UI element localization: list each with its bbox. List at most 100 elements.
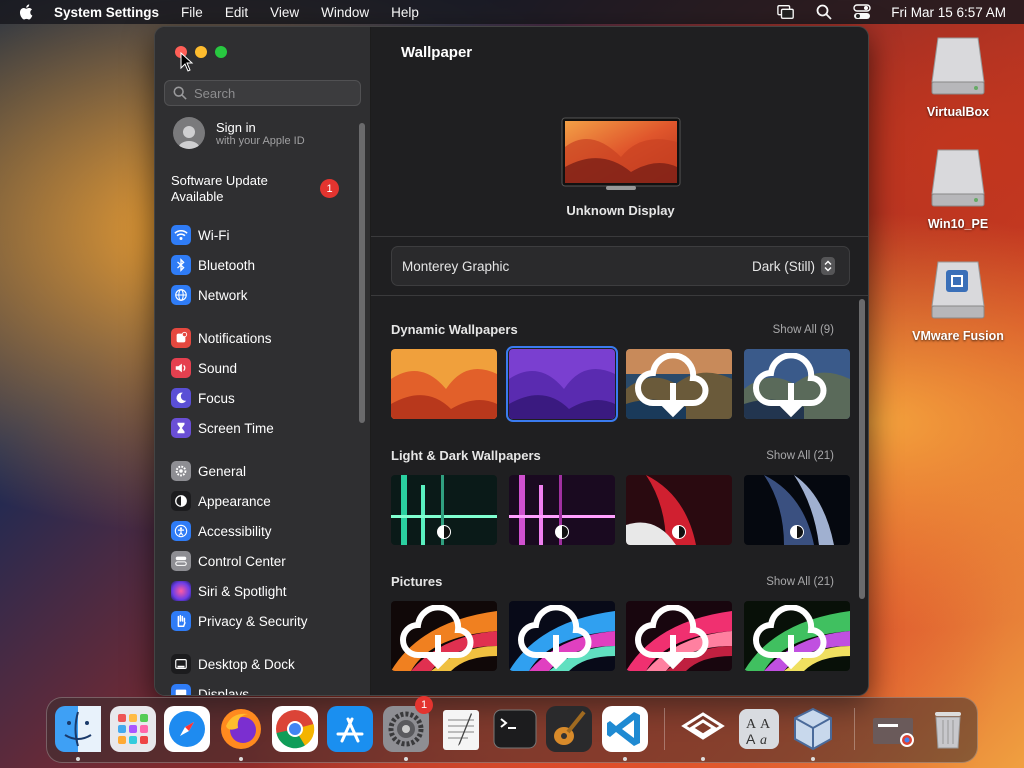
spotlight-search-icon[interactable] — [815, 4, 833, 20]
siri-icon — [171, 581, 191, 601]
dock-finder[interactable] — [55, 706, 101, 752]
wallpaper-thumb[interactable] — [509, 475, 615, 545]
sidebar-item-wifi[interactable]: Wi-Fi — [171, 225, 229, 245]
dock-safari[interactable] — [164, 706, 210, 752]
speaker-icon — [171, 358, 191, 378]
sidebar-item-sound[interactable]: Sound — [171, 358, 237, 378]
wallpaper-thumb-selected[interactable] — [506, 346, 618, 422]
dock-running-indicator — [404, 757, 408, 761]
vscode-icon — [602, 706, 648, 752]
cloud-download-icon — [400, 605, 474, 670]
appearance-mode-select[interactable]: Dark (Still) — [752, 257, 835, 275]
dock-launchpad[interactable] — [110, 706, 156, 752]
cloud-download-icon — [518, 605, 592, 670]
sidebar-item-label: Desktop & Dock — [198, 656, 295, 672]
search-icon — [173, 86, 187, 100]
wallpaper-thumb[interactable] — [391, 349, 497, 419]
hourglass-icon — [171, 418, 191, 438]
dock-app-store[interactable] — [327, 706, 373, 752]
main-scrollbar[interactable] — [859, 299, 865, 599]
bell-icon — [171, 328, 191, 348]
sidebar-item-screen-time[interactable]: Screen Time — [171, 418, 274, 438]
sidebar-item-desktop-dock[interactable]: Desktop & Dock — [171, 654, 295, 674]
sidebar-item-siri-spotlight[interactable]: Siri & Spotlight — [171, 581, 287, 601]
sidebar-item-accessibility[interactable]: Accessibility — [171, 521, 272, 541]
wallpaper-thumb[interactable] — [391, 475, 497, 545]
menu-bar: System Settings File Edit View Window He… — [0, 0, 1024, 24]
dock-trash[interactable] — [925, 706, 971, 752]
menu-edit[interactable]: Edit — [225, 5, 248, 20]
light-dark-indicator-icon — [437, 525, 451, 539]
wallpaper-thumb[interactable] — [626, 349, 732, 419]
apple-id-signin[interactable]: Sign in with your Apple ID — [173, 117, 305, 149]
dock-textedit[interactable] — [438, 706, 484, 752]
svg-text:A: A — [746, 731, 756, 747]
dock-downloads-stack[interactable] — [870, 706, 916, 752]
app-store-icon — [327, 706, 373, 752]
wallpaper-thumb[interactable] — [509, 601, 615, 671]
section-title-pictures: Pictures — [391, 574, 443, 589]
wallpaper-thumb[interactable] — [744, 349, 850, 419]
control-center-icon[interactable] — [853, 4, 871, 20]
sidebar-item-displays[interactable]: Displays — [171, 684, 250, 696]
sidebar-item-focus[interactable]: Focus — [171, 388, 235, 408]
sidebar-item-bluetooth[interactable]: Bluetooth — [171, 255, 255, 275]
sidebar-item-control-center[interactable]: Control Center — [171, 551, 286, 571]
wallpaper-thumb[interactable] — [744, 601, 850, 671]
show-all-pictures-button[interactable]: Show All (21) — [714, 576, 834, 588]
sidebar-item-label: Displays — [198, 686, 250, 696]
sidebar-item-label: Sound — [198, 360, 238, 376]
dock-running-indicator — [76, 757, 80, 761]
dock-virtualbox[interactable] — [790, 706, 836, 752]
dock-vscode[interactable] — [602, 706, 648, 752]
sidebar-item-network[interactable]: Network — [171, 285, 248, 305]
sidebar-item-general[interactable]: General — [171, 461, 246, 481]
dock: 1 AAAa — [46, 696, 978, 763]
dock-font-book[interactable]: AAAa — [736, 706, 782, 752]
software-update-item[interactable]: Software Update Available — [171, 173, 301, 205]
dock-icon — [171, 654, 191, 674]
avatar — [173, 117, 205, 149]
menu-clock[interactable]: Fri Mar 15 6:57 AM — [891, 5, 1006, 20]
signin-subtitle: with your Apple ID — [216, 134, 305, 147]
show-all-dynamic-button[interactable]: Show All (9) — [714, 324, 834, 336]
system-settings-window: Search Sign in with your Apple ID Softwa… — [154, 26, 869, 696]
accessibility-icon — [171, 521, 191, 541]
desktop-icon-virtualbox[interactable]: VirtualBox — [908, 34, 1008, 119]
wallpaper-thumb[interactable] — [744, 475, 850, 545]
dock-firefox[interactable] — [218, 706, 264, 752]
sidebar-item-privacy-security[interactable]: Privacy & Security — [171, 611, 308, 631]
sidebar-item-appearance[interactable]: Appearance — [171, 491, 271, 511]
current-wallpaper-name: Monterey Graphic — [402, 258, 510, 274]
font-book-icon: A AA a — [739, 709, 779, 749]
apple-menu-icon[interactable] — [18, 3, 36, 21]
sidebar-item-notifications[interactable]: Notifications — [171, 328, 272, 348]
sidebar-scrollbar[interactable] — [359, 123, 365, 423]
moon-icon — [171, 388, 191, 408]
wallpaper-thumb[interactable] — [626, 475, 732, 545]
menu-file[interactable]: File — [181, 5, 203, 20]
dock-vmware[interactable] — [680, 706, 726, 752]
wallpaper-thumb[interactable] — [626, 601, 732, 671]
zoom-window-button[interactable] — [215, 46, 227, 58]
minimize-window-button[interactable] — [195, 46, 207, 58]
menu-help[interactable]: Help — [391, 5, 419, 20]
dock-chrome[interactable] — [272, 706, 318, 752]
dock-running-indicator — [701, 757, 705, 761]
dock-running-indicator — [811, 757, 815, 761]
menu-app-name[interactable]: System Settings — [54, 5, 159, 20]
cloud-download-icon — [753, 353, 827, 418]
show-all-light-dark-button[interactable]: Show All (21) — [714, 450, 834, 462]
screen-mirroring-icon[interactable] — [777, 4, 795, 20]
menu-view[interactable]: View — [270, 5, 299, 20]
menu-window[interactable]: Window — [321, 5, 369, 20]
search-field[interactable]: Search — [164, 80, 361, 106]
wallpaper-thumb[interactable] — [391, 601, 497, 671]
desktop-icon-win10pe[interactable]: Win10_PE — [908, 146, 1008, 231]
gear-icon — [171, 461, 191, 481]
desktop-icon-vmware-fusion[interactable]: VMware Fusion — [908, 258, 1008, 343]
chrome-icon — [272, 706, 318, 752]
dock-garageband[interactable] — [546, 706, 592, 752]
dock-terminal[interactable] — [492, 706, 538, 752]
firefox-icon — [221, 709, 261, 749]
